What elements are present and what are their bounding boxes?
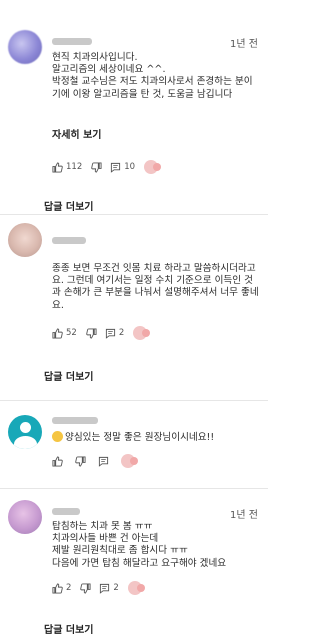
avatar[interactable]: [8, 223, 42, 257]
comment-text: 현직 치과의사입니다. 알고리즘의 세상이네요 ^^. 박정철 교수님은 저도 …: [52, 52, 260, 101]
comment-icon[interactable]: [98, 456, 109, 467]
comment-actions: 2 2: [52, 581, 145, 595]
thumbs-down-icon[interactable]: [75, 455, 86, 467]
comment-icon[interactable]: [105, 328, 116, 339]
thumbs-down-icon[interactable]: [91, 161, 102, 173]
author-name-blurred[interactable]: [52, 508, 80, 515]
more-replies-link[interactable]: 답글 더보기: [44, 198, 93, 213]
comment-text: 종종 보면 무조건 잇몸 치료 하라고 말씀하시더라고 요. 그런데 여기서는 …: [52, 263, 260, 312]
divider: [0, 214, 268, 215]
read-more-link[interactable]: 자세히 보기: [52, 126, 101, 141]
reply-count: 2: [113, 583, 119, 593]
grinning-face-icon: [52, 431, 63, 442]
like-count: 112: [66, 162, 83, 172]
comment-text: 탑침하는 치과 못 봄 ㅠㅠ 치과의사들 바쁜 건 아는데 제발 원리원칙대로 …: [52, 521, 260, 570]
reply-count: 2: [118, 328, 125, 338]
comment-line: 제발 원리원칙대로 좀 합시다 ㅠㅠ: [52, 545, 188, 557]
emoji-reaction-icon[interactable]: [133, 326, 151, 340]
avatar[interactable]: [8, 30, 42, 64]
like-count: 52: [66, 328, 77, 338]
author-name-blurred[interactable]: [52, 417, 98, 424]
reply-count: 10: [124, 162, 136, 172]
comment-line: 요.: [52, 299, 64, 311]
comment-text: 양심있는 정말 좋은 원장님이시네요!!: [52, 431, 260, 444]
comment-actions: 52 2: [52, 326, 151, 340]
comment-line: 과 손해가 큰 부분을 나눠서 설명해주셔서 너무 좋네: [52, 287, 259, 299]
comment-line: 현직 치과의사입니다.: [52, 52, 138, 63]
thumbs-up-icon[interactable]: [52, 161, 63, 173]
thumbs-down-icon[interactable]: [86, 327, 97, 339]
comment-line: 기에 이왕 알고리즘을 탄 것, 도움글 남깁니다: [52, 88, 233, 100]
comment-actions: [52, 454, 138, 468]
thumbs-up-icon[interactable]: [52, 455, 63, 467]
emoji-reaction-icon[interactable]: [127, 581, 145, 595]
thumbs-down-icon[interactable]: [80, 582, 91, 594]
comment-line: 종종 보면 무조건 잇몸 치료 하라고 말씀하시더라고: [52, 263, 256, 274]
emoji-reaction-icon[interactable]: [121, 454, 138, 468]
comment-line: 양심있는 정말 좋은 원장님이시네요!!: [52, 431, 260, 444]
comment-line: 알고리즘의 세상이네요 ^^.: [52, 64, 166, 76]
divider: [0, 488, 268, 489]
comment-icon[interactable]: [99, 583, 110, 594]
more-replies-link[interactable]: 답글 더보기: [44, 368, 93, 383]
like-count: 2: [66, 583, 72, 593]
comment-line: 다음에 가면 탑침 해달라고 요구해야 겠네요: [52, 557, 227, 569]
timestamp: 1년 전: [230, 39, 258, 50]
comment-line: 치과의사들 바쁜 건 아는데: [52, 533, 159, 545]
comment-line: 요. 그런데 여기서는 일정 수치 기준으로 이득인 것: [52, 275, 253, 287]
comment-line: 박정철 교수님은 저도 치과의사로서 존경하는 분이: [52, 76, 253, 88]
timestamp: 1년 전: [230, 510, 258, 521]
thumbs-up-icon[interactable]: [52, 327, 63, 339]
person-icon: [20, 422, 31, 433]
avatar[interactable]: [8, 415, 42, 449]
more-replies-link[interactable]: 답글 더보기: [44, 621, 93, 636]
emoji-reaction-icon[interactable]: [144, 160, 162, 174]
author-name-blurred[interactable]: [52, 237, 86, 244]
avatar[interactable]: [8, 500, 42, 534]
thumbs-up-icon[interactable]: [52, 582, 63, 594]
comment-icon[interactable]: [110, 162, 121, 173]
divider: [0, 400, 268, 401]
author-name-blurred[interactable]: [52, 38, 92, 45]
comment-actions: 112 10: [52, 160, 162, 174]
comment-line: 탑침하는 치과 못 봄 ㅠㅠ: [52, 521, 153, 532]
